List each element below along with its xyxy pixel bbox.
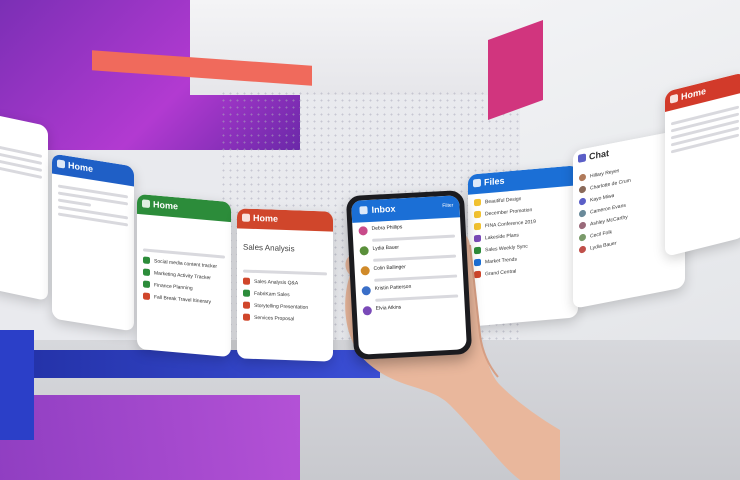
avatar — [579, 245, 586, 254]
card-title: Home — [153, 199, 179, 212]
folder-icon — [474, 198, 481, 207]
file-icon — [143, 280, 150, 289]
card-header: Home — [52, 153, 134, 187]
phone: Inbox Filter Debra Phillips Lydia Bauer C… — [345, 190, 473, 360]
file-icon — [243, 301, 250, 309]
placeholder-line — [372, 234, 456, 242]
avatar — [361, 286, 371, 296]
mail-item[interactable]: Kristin Patterson — [361, 281, 458, 296]
inbox-title: Inbox — [371, 203, 396, 215]
list-item-label: Storytelling Presentation — [254, 302, 309, 311]
avatar — [360, 266, 370, 276]
app-icon — [473, 178, 481, 188]
list-item[interactable]: Marketing Activity Tracker — [143, 268, 225, 282]
card-title: Home — [681, 85, 707, 102]
chat-name: Hillary Reyes — [590, 167, 620, 180]
placeholder-line — [374, 274, 458, 282]
list-item[interactable]: Storytelling Presentation — [243, 301, 327, 312]
mail-sender: Kristin Patterson — [374, 283, 412, 292]
file-icon — [243, 277, 250, 285]
chat-name: Ashley McCarthy — [590, 213, 628, 228]
card-far-left — [0, 113, 48, 302]
list-item[interactable]: Fall Break Travel Itinerary — [143, 292, 225, 306]
avatar — [579, 209, 586, 218]
list-item[interactable]: Services Proposal — [243, 313, 327, 324]
white-wall — [190, 0, 520, 95]
list-item-label: Sales Analysis Q&A — [254, 278, 299, 286]
card-home-blue: Home — [52, 153, 134, 332]
chat-name: Cecil Folk — [590, 228, 612, 240]
avatar — [579, 233, 586, 242]
placeholder-line — [243, 269, 327, 276]
list-item-label: FabriKam Sales — [254, 290, 290, 298]
mail-sender: Elvia Atkins — [375, 304, 402, 312]
chat-name: Kayo Miwa — [590, 192, 615, 204]
list-item[interactable]: FabriKam Sales — [243, 289, 327, 300]
list-item[interactable]: Social media content tracker — [143, 256, 225, 270]
chat-name: Lydia Bauer — [590, 239, 617, 252]
list-item-label: Social media content tracker — [154, 257, 218, 270]
avatar — [362, 306, 373, 316]
file-icon — [143, 292, 150, 301]
file-icon — [143, 256, 150, 265]
purple-floor-block — [0, 395, 300, 480]
chat-name: Cameron Evans — [590, 202, 626, 216]
mail-item[interactable]: Debra Phillips — [358, 222, 454, 236]
blue-block — [0, 330, 34, 440]
card-header: Home — [237, 208, 333, 232]
app-icon — [142, 199, 150, 209]
file-icon — [143, 268, 150, 277]
placeholder-line — [373, 254, 457, 262]
list-item-label: Marketing Activity Tracker — [154, 269, 211, 281]
card-header: Home — [137, 193, 231, 223]
list-item[interactable]: Sales Analysis Q&A — [243, 277, 327, 288]
list-item-label: Finance Planning — [154, 281, 193, 292]
mail-sender: Lydia Bauer — [372, 244, 400, 252]
card-title: Chat — [589, 147, 609, 162]
outlook-icon — [359, 206, 368, 215]
list-item-label: Fall Break Travel Itinerary — [154, 293, 211, 305]
app-icon — [57, 159, 65, 169]
card-home-green: Home Social media content tracker Market… — [137, 193, 231, 358]
mail-item[interactable]: Lydia Bauer — [359, 242, 455, 256]
avatar — [359, 246, 369, 256]
inbox-header: Inbox Filter — [351, 195, 461, 223]
list-item-label: Services Proposal — [254, 314, 295, 322]
avatar — [358, 226, 368, 236]
placeholder-line — [375, 294, 459, 302]
card-title: Home — [253, 212, 279, 224]
mail-item[interactable]: Colin Ballinger — [360, 262, 456, 276]
card-home-red: Home Sales Analysis Sales Analysis Q&A F… — [237, 208, 333, 362]
card-title: Home — [68, 160, 94, 175]
app-icon — [670, 93, 678, 104]
filter-button[interactable]: Filter — [442, 203, 453, 210]
card-title: Files — [484, 175, 505, 188]
scene: Home Home Social media content tracker M… — [0, 0, 740, 480]
avatar — [579, 173, 586, 182]
avatar — [579, 221, 586, 230]
phone-screen: Inbox Filter Debra Phillips Lydia Bauer C… — [351, 195, 467, 355]
document-title: Sales Analysis — [243, 242, 295, 254]
card-home-far-right: Home — [665, 72, 740, 257]
file-icon — [243, 313, 250, 321]
mail-sender: Debra Phillips — [371, 224, 403, 232]
avatar — [579, 185, 586, 194]
list-item[interactable]: Finance Planning — [143, 280, 225, 294]
list-item-label: Beautiful Design — [485, 195, 522, 205]
app-icon — [242, 213, 250, 222]
mail-sender: Colin Ballinger — [373, 264, 406, 272]
mail-item[interactable]: Elvia Atkins — [362, 301, 459, 316]
file-icon — [243, 289, 250, 297]
app-icon — [578, 153, 586, 163]
avatar — [579, 197, 586, 206]
